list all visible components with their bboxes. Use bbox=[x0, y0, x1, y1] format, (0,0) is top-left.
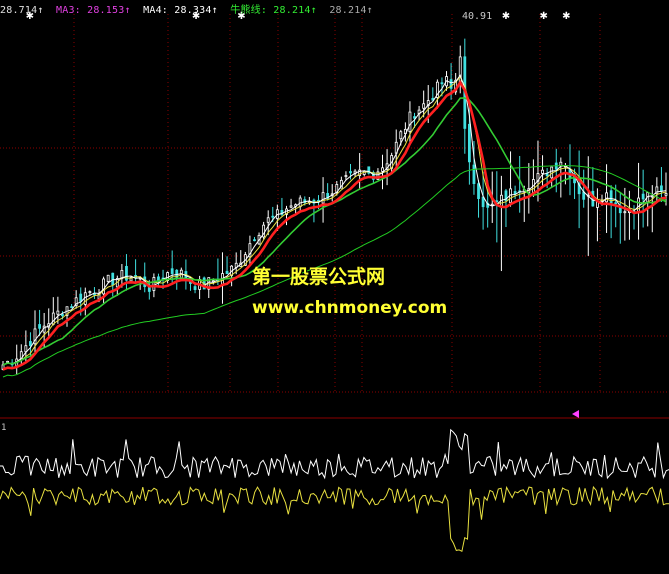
candle-body bbox=[88, 291, 92, 294]
candle-body bbox=[641, 193, 645, 200]
peak-price-label: 40.91 bbox=[462, 11, 493, 22]
oscillator-white-line bbox=[0, 428, 669, 480]
candle-body bbox=[440, 82, 444, 85]
ma-green-line bbox=[2, 97, 667, 366]
candle-body bbox=[660, 185, 663, 192]
candle-body bbox=[344, 175, 348, 177]
candle-body bbox=[56, 310, 60, 315]
candle-body bbox=[38, 324, 41, 329]
candle-body bbox=[193, 286, 197, 291]
watermark-title: 第一股票公式网 bbox=[252, 266, 386, 288]
candle-body bbox=[70, 306, 73, 308]
candle-body bbox=[349, 171, 352, 174]
candle-body bbox=[321, 192, 325, 204]
candle-body bbox=[399, 131, 403, 140]
candle-body bbox=[605, 192, 608, 203]
legend-extra: 28.214↑ bbox=[329, 5, 373, 16]
candle-body bbox=[266, 217, 270, 223]
candle-body bbox=[614, 202, 618, 205]
candle-body bbox=[467, 123, 471, 163]
signal-star-icon: ✱ bbox=[562, 11, 570, 22]
candle-body bbox=[157, 276, 160, 281]
ma-yellow-line bbox=[2, 76, 667, 366]
signal-star-icon: ✱ bbox=[502, 11, 510, 22]
legend-last-price: 28.714↑ bbox=[0, 5, 44, 16]
chart-grid bbox=[0, 14, 669, 419]
panel-marker-icon bbox=[572, 410, 579, 418]
candle-body bbox=[79, 293, 83, 302]
legend-sep: , bbox=[217, 5, 225, 16]
candle-body bbox=[6, 360, 9, 363]
signal-star-icon: ✱ bbox=[539, 11, 547, 22]
candle-body bbox=[152, 277, 156, 291]
candle-body bbox=[61, 313, 64, 317]
candle-body bbox=[106, 274, 110, 282]
legend-bull-bear-line: 牛熊线: 28.214↑ bbox=[230, 5, 317, 16]
legend-ma3: MA3: 28.153↑ bbox=[56, 5, 131, 16]
legend-ma4: MA4: 28.334↑ bbox=[143, 5, 218, 16]
candle-body bbox=[545, 173, 549, 177]
legend-sep: , bbox=[43, 5, 50, 16]
indicator-legend: 28.714↑, MA3: 28.153↑, MA4: 28.334↑, 牛熊线… bbox=[0, 1, 373, 16]
candle-body bbox=[472, 164, 476, 184]
indicator-panel bbox=[0, 428, 669, 553]
candle-body bbox=[170, 268, 174, 274]
oscillator-yellow-line bbox=[0, 485, 669, 553]
candle-body bbox=[408, 111, 412, 133]
candle-body bbox=[51, 312, 55, 325]
candle-body bbox=[664, 193, 668, 196]
candle-body bbox=[623, 211, 627, 214]
candle-body bbox=[413, 116, 416, 119]
candle-body bbox=[93, 293, 96, 296]
candle-body bbox=[477, 183, 480, 199]
indicator-panel-label: 1 bbox=[1, 423, 7, 433]
candle-body bbox=[253, 239, 256, 242]
candle-body bbox=[225, 270, 229, 275]
candle-body bbox=[481, 196, 485, 208]
legend-sep: , bbox=[316, 5, 324, 16]
candle-body bbox=[422, 103, 426, 109]
legend-sep: , bbox=[130, 5, 137, 16]
candle-body bbox=[541, 169, 544, 174]
candle-body bbox=[381, 167, 384, 172]
candle-body bbox=[29, 341, 32, 347]
candle-body bbox=[490, 203, 494, 206]
candle-body bbox=[111, 272, 115, 286]
candle-body bbox=[289, 205, 293, 208]
watermark-url: www.chnmoney.com bbox=[252, 298, 448, 318]
candle-body bbox=[271, 215, 275, 218]
